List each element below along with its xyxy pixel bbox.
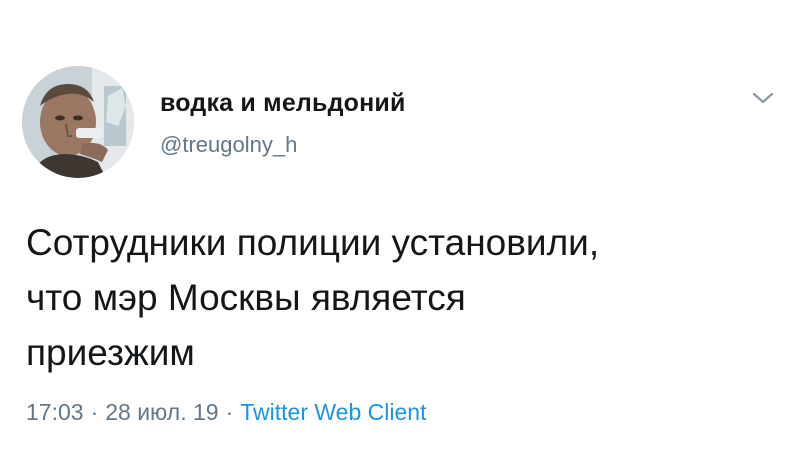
tweet-card: водка и мельдоний @treugolny_h Сотрудник… bbox=[0, 0, 800, 454]
tweet-text: Сотрудники полиции установили, что мэр М… bbox=[26, 215, 786, 380]
tweet-meta: 17:03 · 28 июл. 19 · Twitter Web Client bbox=[26, 398, 426, 426]
meta-separator: · bbox=[90, 399, 99, 425]
user-handle[interactable]: @treugolny_h bbox=[160, 132, 406, 158]
tweet-date[interactable]: 28 июл. 19 bbox=[105, 399, 218, 425]
tweet-text-line: Сотрудники полиции установили, bbox=[26, 222, 600, 263]
display-name[interactable]: водка и мельдоний bbox=[160, 88, 406, 118]
avatar[interactable] bbox=[22, 66, 134, 178]
meta-separator: · bbox=[225, 399, 234, 425]
author-block: водка и мельдоний @treugolny_h bbox=[160, 88, 406, 158]
client-link[interactable]: Twitter Web Client bbox=[240, 399, 426, 425]
chevron-down-icon[interactable] bbox=[748, 88, 778, 108]
tweet-text-line: приезжим bbox=[26, 332, 195, 373]
tweet-time[interactable]: 17:03 bbox=[26, 399, 84, 425]
tweet-text-line: что мэр Москвы является bbox=[26, 277, 466, 318]
user-avatar-photo bbox=[22, 66, 134, 178]
